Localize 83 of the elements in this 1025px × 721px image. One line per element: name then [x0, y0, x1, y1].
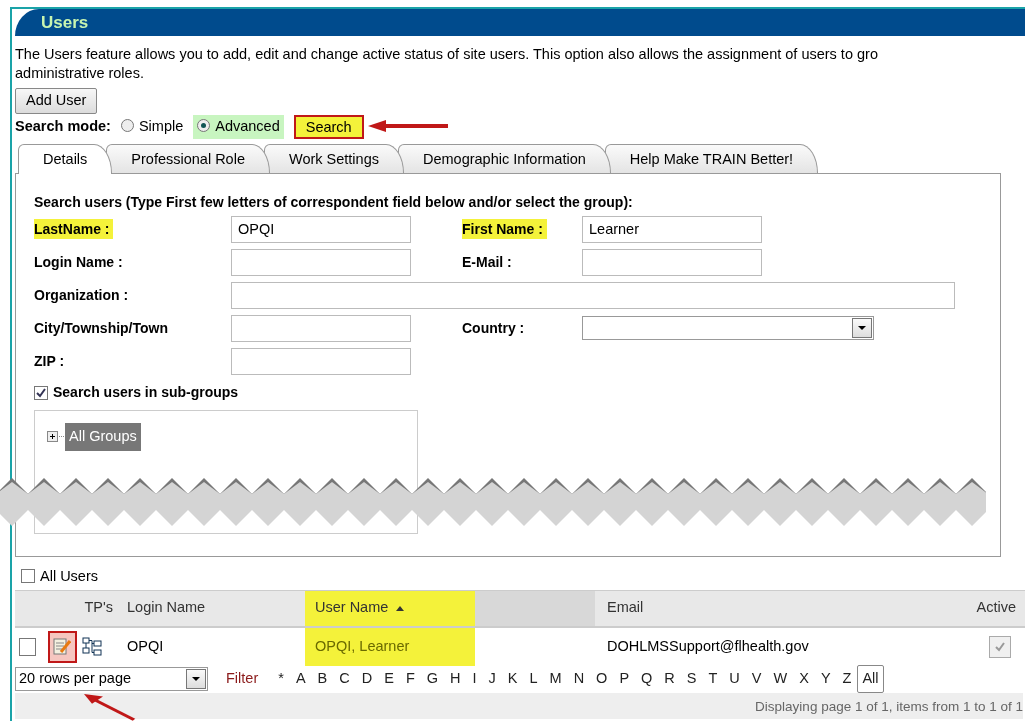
field-label: E-Mail :	[462, 253, 512, 270]
input-field[interactable]: Learner	[582, 215, 762, 243]
column-header[interactable]: TP's	[77, 597, 115, 619]
filter-label: Filter	[226, 669, 259, 689]
field-label: City/Township/Town	[34, 319, 169, 336]
letter-filter-link[interactable]: Z	[836, 668, 858, 690]
status-text: Displaying page 1 of 1, items from 1 to 1 of 1	[15, 692, 1023, 719]
checkbox-label: All Users	[40, 567, 98, 584]
letter-filter-link[interactable]: N	[567, 668, 591, 690]
letter-filter-link[interactable]: Y	[814, 668, 837, 690]
radio-option[interactable]: Simple	[120, 115, 184, 138]
checkmark-icon	[994, 640, 1006, 653]
letter-filter-link[interactable]: P	[613, 668, 636, 690]
input-field[interactable]	[231, 248, 411, 276]
letter-filter-link[interactable]: H	[444, 668, 467, 690]
page-title: Users	[15, 9, 1025, 36]
letter-filter-link[interactable]: B	[311, 668, 334, 690]
edit-button[interactable]	[47, 630, 77, 663]
input-field[interactable]	[582, 248, 762, 276]
field-label: First Name :	[462, 218, 547, 239]
letter-filter-link[interactable]: Q	[635, 668, 659, 690]
column-header[interactable]: Login Name	[115, 597, 305, 619]
description-text: The Users feature allows you to add, edit and change active status of site users. This option also allows the assignment of users to gro	[15, 45, 879, 64]
field-label: ZIP :	[34, 352, 65, 369]
column-header[interactable]: Email	[595, 597, 955, 619]
field-label: Country :	[462, 319, 525, 336]
letter-filter-link[interactable]: O	[590, 668, 614, 690]
hierarchy-icon	[82, 637, 102, 657]
letter-filter-link[interactable]: W	[767, 668, 794, 690]
checkbox-label: Search users in sub-groups	[53, 383, 239, 400]
instruction-text: Search users (Type First few letters of correspondent field below and/or select the group):	[34, 192, 634, 212]
description-text: administrative roles.	[15, 64, 145, 83]
letter-filter-link[interactable]: F	[399, 668, 421, 690]
checkbox[interactable]	[34, 385, 48, 400]
tab[interactable]: Details	[18, 143, 113, 174]
field-label: Login Name :	[34, 253, 123, 270]
input-field[interactable]	[231, 347, 411, 375]
letter-filter-link[interactable]: T	[702, 668, 724, 690]
letter-filter-link[interactable]: A	[289, 668, 312, 690]
letter-filter-link[interactable]: G	[420, 668, 444, 690]
letter-filter-link[interactable]: E	[378, 668, 400, 690]
input-field[interactable]: OPQI	[231, 215, 411, 243]
country-select[interactable]	[582, 316, 874, 341]
rows-per-page-select[interactable]: 20 rows per page	[15, 667, 208, 691]
letter-filter-link[interactable]: R	[658, 668, 681, 690]
checkbox[interactable]	[21, 568, 35, 583]
letter-filter-link[interactable]: M	[543, 668, 568, 690]
add-user-button[interactable]: Add User	[15, 88, 98, 114]
column-header[interactable]: Active	[955, 597, 1025, 619]
tab[interactable]: Work Settings	[264, 143, 404, 173]
tab[interactable]: Professional Role	[106, 143, 270, 173]
edit-icon	[53, 637, 72, 656]
input-field[interactable]	[231, 281, 955, 309]
search-mode-label: Search mode:	[15, 116, 111, 136]
letter-filter-link[interactable]: U	[723, 668, 746, 690]
letter-filter-link[interactable]: V	[745, 668, 768, 690]
field-label: LastName :	[34, 218, 114, 239]
letter-filter-link[interactable]: C	[333, 668, 356, 690]
radio-option[interactable]: Advanced	[193, 114, 284, 139]
caret-icon	[857, 325, 867, 332]
letter-filter-link[interactable]: X	[793, 668, 815, 690]
caret-icon	[191, 676, 201, 682]
letter-filter-link[interactable]: L	[523, 668, 544, 690]
search-button[interactable]: Search	[293, 114, 364, 139]
table-cell-text: DOHLMSSupport@flhealth.gov	[606, 636, 810, 656]
letter-filter-link[interactable]: D	[355, 668, 379, 690]
letter-filter-link[interactable]: K	[501, 668, 524, 690]
table-cell-text: OPQI	[126, 636, 165, 656]
tab[interactable]: Help Make TRAIN Better!	[604, 143, 819, 173]
letter-filter-link[interactable]: I	[466, 668, 483, 690]
tree-item[interactable]: All Groups	[65, 422, 141, 451]
column-header[interactable]: User Name	[305, 590, 475, 626]
tab[interactable]: Demographic Information	[398, 143, 611, 173]
letter-filter-link[interactable]: J	[482, 668, 502, 690]
letter-filter-link[interactable]: S	[680, 668, 703, 690]
checkmark-icon	[35, 386, 47, 399]
letter-filter-link[interactable]: *	[272, 668, 290, 690]
table-cell-text: OPQI, Learner	[315, 636, 410, 656]
letter-filter-link[interactable]: All	[857, 665, 884, 693]
input-field[interactable]	[231, 314, 411, 342]
pointer-arrow	[84, 694, 135, 721]
row-checkbox[interactable]	[19, 637, 36, 656]
field-label: Organization :	[34, 286, 129, 303]
